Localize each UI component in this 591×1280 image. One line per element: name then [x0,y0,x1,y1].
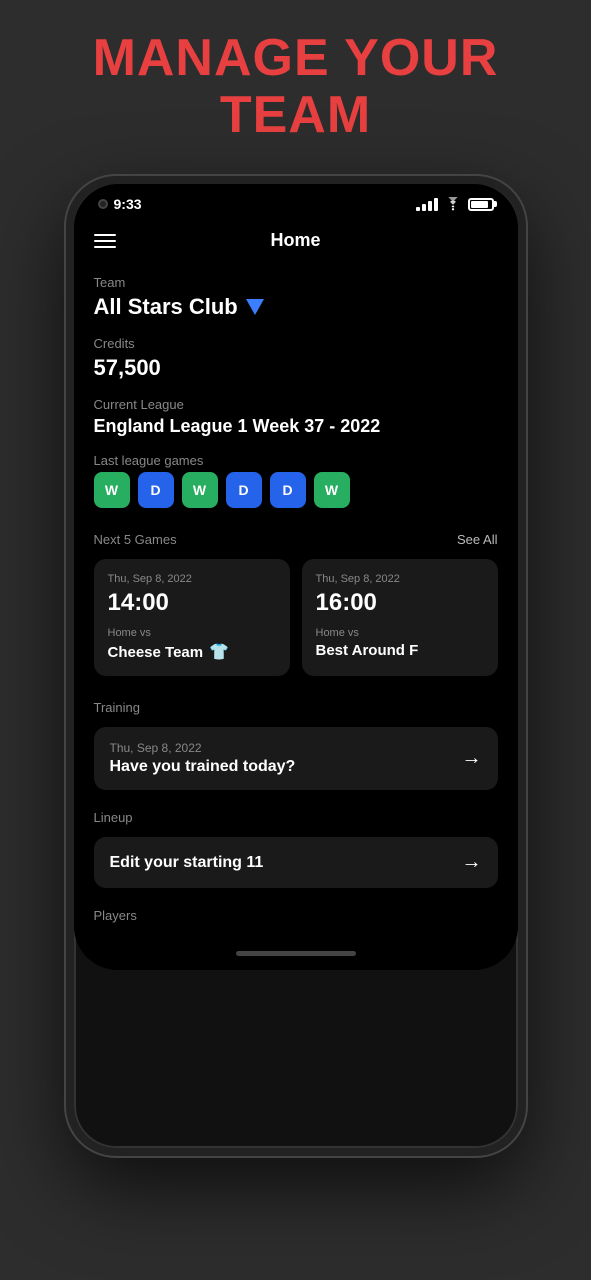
status-icons [416,197,494,211]
page-title: MANAGE YOUR TEAM [93,30,499,144]
next-games-label: Next 5 Games [94,532,177,547]
shield-icon [246,299,264,315]
game-badge: W [182,472,218,508]
game-vs-1: Home vs [108,627,276,639]
app-header: Home [74,218,518,263]
game-badge: D [270,472,306,508]
home-indicator [74,943,518,970]
training-card[interactable]: Thu, Sep 8, 2022 Have you trained today?… [94,727,498,790]
wifi-icon [444,197,462,211]
lineup-arrow-icon: → [462,851,482,874]
training-card-content: Thu, Sep 8, 2022 Have you trained today? [110,741,296,776]
game-opponent-2: Best Around F [316,642,484,659]
game-time-2: 16:00 [316,589,484,617]
menu-icon[interactable] [94,234,116,248]
phone-screen: 9:33 [74,184,518,970]
home-bar [236,951,356,956]
next-games-header: Next 5 Games See All [94,532,498,547]
status-bar: 9:33 [74,184,518,218]
credits-label: Credits [94,336,498,351]
game-vs-2: Home vs [316,627,484,639]
team-name-text: All Stars Club [94,294,238,320]
team-name-row: All Stars Club [94,294,498,320]
game-badge: D [138,472,174,508]
lineup-label: Lineup [94,810,498,825]
lineup-section: Lineup Edit your starting 11 → [94,810,498,888]
game-time-1: 14:00 [108,589,276,617]
game-card-2[interactable]: Thu, Sep 8, 2022 16:00 Home vs Best Arou… [302,559,498,676]
team-label: Team [94,275,498,290]
battery-icon [468,198,494,211]
jersey-icon: 👕 [209,642,229,662]
lineup-card-content: Edit your starting 11 [110,854,264,872]
training-section: Training Thu, Sep 8, 2022 Have you train… [94,700,498,790]
league-label: Current League [94,397,498,412]
see-all-button[interactable]: See All [457,532,497,547]
training-title: Have you trained today? [110,758,296,776]
games-row: Thu, Sep 8, 2022 14:00 Home vs Cheese Te… [94,559,498,676]
game-opponent-1: Cheese Team 👕 [108,642,276,662]
training-arrow-icon: → [462,747,482,770]
game-date-1: Thu, Sep 8, 2022 [108,573,276,585]
game-card-1[interactable]: Thu, Sep 8, 2022 14:00 Home vs Cheese Te… [94,559,290,676]
players-label: Players [94,908,498,923]
lineup-card[interactable]: Edit your starting 11 → [94,837,498,888]
league-name: England League 1 Week 37 - 2022 [94,416,498,437]
game-badge: W [314,472,350,508]
lineup-title: Edit your starting 11 [110,854,264,872]
training-label: Training [94,700,498,715]
game-badge: D [226,472,262,508]
status-time: 9:33 [98,196,142,212]
last-games-badges: W D W D D W [94,472,498,508]
phone-frame: 9:33 [66,176,526,1156]
header-title: Home [270,230,320,251]
training-date: Thu, Sep 8, 2022 [110,741,296,755]
signal-icon [416,198,438,211]
app-content: Team All Stars Club Credits 57,500 Curre… [74,263,518,943]
game-date-2: Thu, Sep 8, 2022 [316,573,484,585]
last-games-label: Last league games [94,453,498,468]
game-badge: W [94,472,130,508]
credits-value: 57,500 [94,355,498,381]
camera-dot [98,199,108,209]
